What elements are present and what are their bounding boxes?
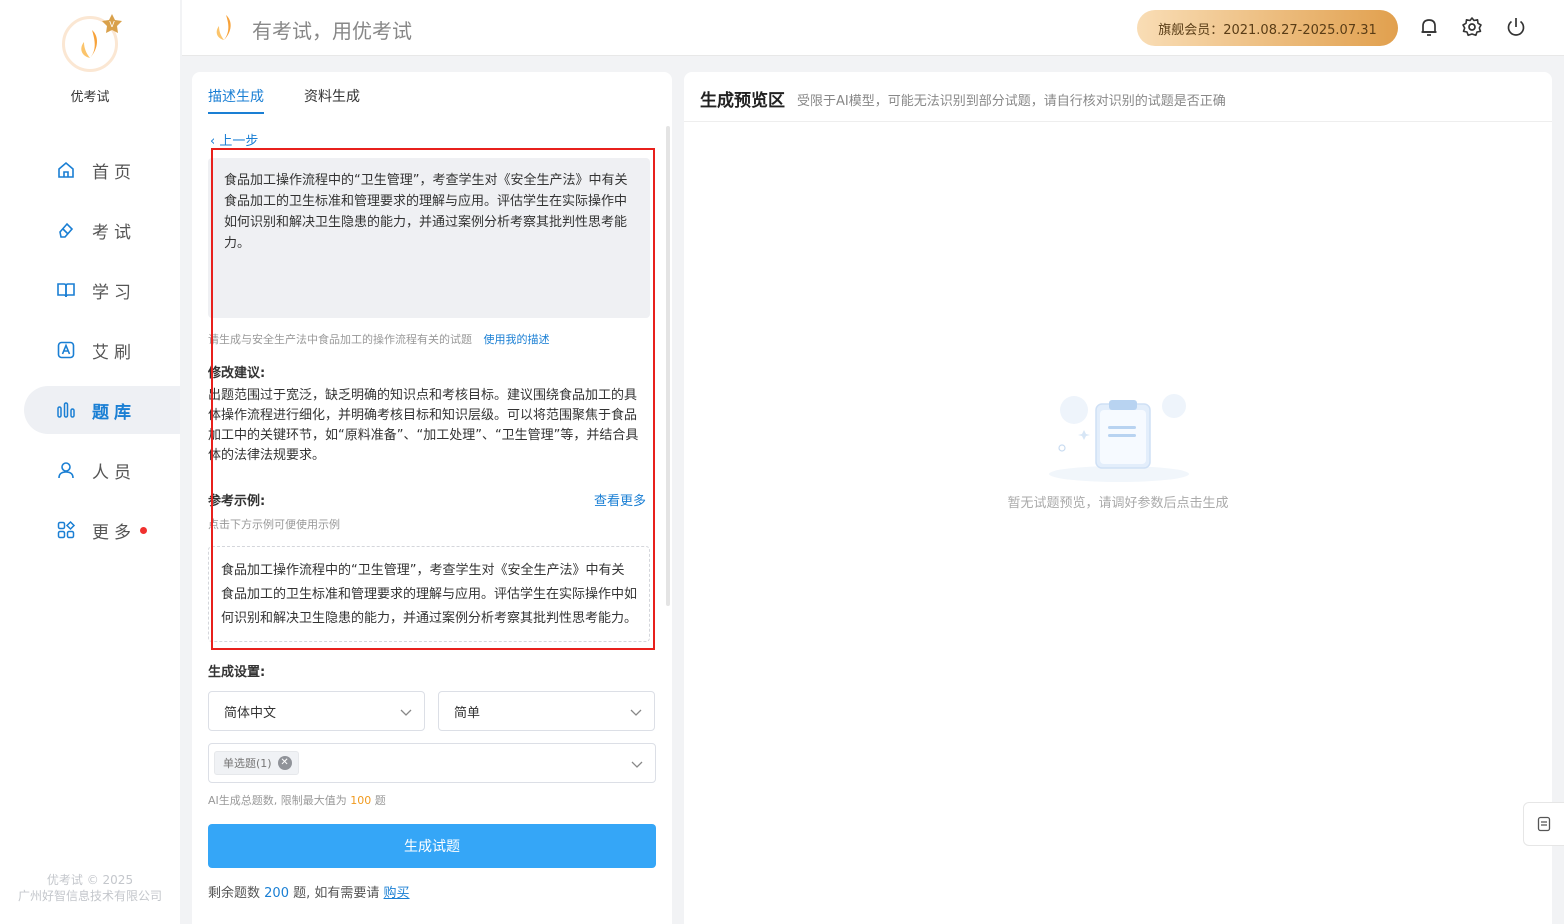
question-type-tag: 单选题(1) ✕ — [214, 751, 299, 775]
sidebar-item-question-bank[interactable]: 题库 — [24, 386, 180, 434]
book-icon — [57, 283, 75, 298]
limit-prefix: AI生成总题数, 限制最大值为 — [208, 794, 347, 807]
user-icon — [58, 462, 74, 479]
sidebar-item-aishua[interactable]: 艾刷 — [24, 326, 180, 374]
vip-badge-icon: V — [102, 14, 122, 33]
notes-icon — [1537, 816, 1551, 832]
bell-icon[interactable] — [1418, 16, 1440, 38]
eraser-icon — [59, 222, 74, 238]
generation-tabs: 描述生成 资料生成 — [208, 86, 400, 114]
gear-icon[interactable] — [1461, 16, 1483, 38]
remain-mid: 题, 如有需要请 — [293, 886, 380, 901]
notification-dot — [140, 527, 147, 534]
chevron-down-icon — [631, 761, 643, 768]
scrollbar[interactable] — [666, 126, 670, 606]
letter-a-icon — [57, 341, 75, 359]
sidebar-item-people[interactable]: 人员 — [24, 446, 180, 494]
empty-clipboard-illustration — [1049, 394, 1189, 482]
difficulty-select[interactable]: 简单 — [438, 691, 655, 731]
preview-title: 生成预览区 — [700, 91, 785, 111]
language-value: 简体中文 — [224, 705, 277, 721]
sidebar-item-label: 艾刷 — [92, 342, 136, 363]
tab-material-generate[interactable]: 资料生成 — [304, 86, 360, 114]
difficulty-value: 简单 — [454, 705, 481, 721]
limit-suffix: 题 — [374, 794, 386, 807]
sidebar-item-label: 题库 — [92, 402, 136, 423]
apps-icon — [57, 520, 76, 539]
buy-link[interactable]: 购买 — [384, 886, 410, 901]
sidebar-item-label: 学习 — [92, 282, 136, 303]
sidebar-item-more[interactable]: 更多 — [24, 506, 180, 554]
tag-label: 单选题(1) — [223, 757, 272, 770]
sidebar-item-home[interactable]: 首页 — [24, 146, 180, 194]
top-header: 有考试，用优考试 旗舰会员：2021.08.27-2025.07.31 — [182, 0, 1564, 56]
preview-header: 生成预览区 受限于AI模型，可能无法识别到部分试题，请自行核对识别的试题是否正确 — [684, 72, 1552, 122]
preview-subtitle: 受限于AI模型，可能无法识别到部分试题，请自行核对识别的试题是否正确 — [797, 94, 1226, 109]
tab-description-generate[interactable]: 描述生成 — [208, 86, 264, 114]
language-select[interactable]: 简体中文 — [208, 691, 425, 731]
bar-chart-icon — [57, 402, 75, 418]
app-logo[interactable]: V — [62, 14, 122, 72]
remain-value: 200 — [264, 886, 289, 901]
back-label: 上一步 — [219, 134, 259, 149]
back-link[interactable]: ‹ 上一步 — [210, 130, 258, 149]
sidebar: V 优考试 首页 考试 学习 艾刷 题库 人员 更多 优考试 © 2025 广州… — [0, 0, 180, 924]
power-icon[interactable] — [1505, 16, 1527, 38]
sidebar-item-label: 考试 — [92, 222, 136, 243]
limit-hint: AI生成总题数, 限制最大值为 100 题 — [208, 792, 386, 808]
chevron-down-icon — [400, 709, 412, 716]
question-type-select[interactable]: 单选题(1) ✕ — [208, 743, 656, 783]
remaining-quota: 剩余题数 200 题, 如有需要请 购买 — [208, 882, 410, 901]
highlight-frame — [211, 148, 655, 650]
chevron-down-icon — [630, 709, 642, 716]
svg-text:V: V — [109, 20, 115, 29]
company-name: 广州好智信息技术有限公司 — [17, 889, 162, 903]
floating-notes-button[interactable] — [1523, 802, 1564, 846]
home-icon — [58, 161, 74, 178]
sidebar-item-label: 首页 — [92, 162, 136, 183]
brand-name: 优考试 — [70, 90, 110, 105]
sidebar-item-study[interactable]: 学习 — [24, 266, 180, 314]
chevron-left-icon: ‹ — [210, 134, 216, 149]
copyright: 优考试 © 2025 广州好智信息技术有限公司 — [0, 872, 180, 904]
limit-value: 100 — [350, 794, 372, 807]
preview-panel: 生成预览区 受限于AI模型，可能无法识别到部分试题，请自行核对识别的试题是否正确… — [684, 72, 1552, 924]
close-icon[interactable]: ✕ — [277, 756, 292, 770]
header-logo-icon — [216, 15, 231, 40]
generate-questions-button[interactable]: 生成试题 — [208, 824, 656, 868]
settings-title: 生成设置: — [208, 665, 266, 680]
copyright-line: 优考试 © 2025 — [46, 873, 134, 887]
sidebar-nav: 首页 考试 学习 艾刷 题库 人员 更多 — [24, 146, 180, 566]
membership-badge[interactable]: 旗舰会员：2021.08.27-2025.07.31 — [1137, 10, 1398, 46]
sidebar-item-exam[interactable]: 考试 — [24, 206, 180, 254]
header-slogan: 有考试，用优考试 — [252, 19, 412, 43]
sidebar-item-label: 人员 — [92, 462, 136, 483]
empty-state-text: 暂无试题预览，请调好参数后点击生成 — [1007, 496, 1229, 511]
remain-prefix: 剩余题数 — [208, 886, 261, 901]
sidebar-item-label: 更多 — [92, 522, 136, 543]
